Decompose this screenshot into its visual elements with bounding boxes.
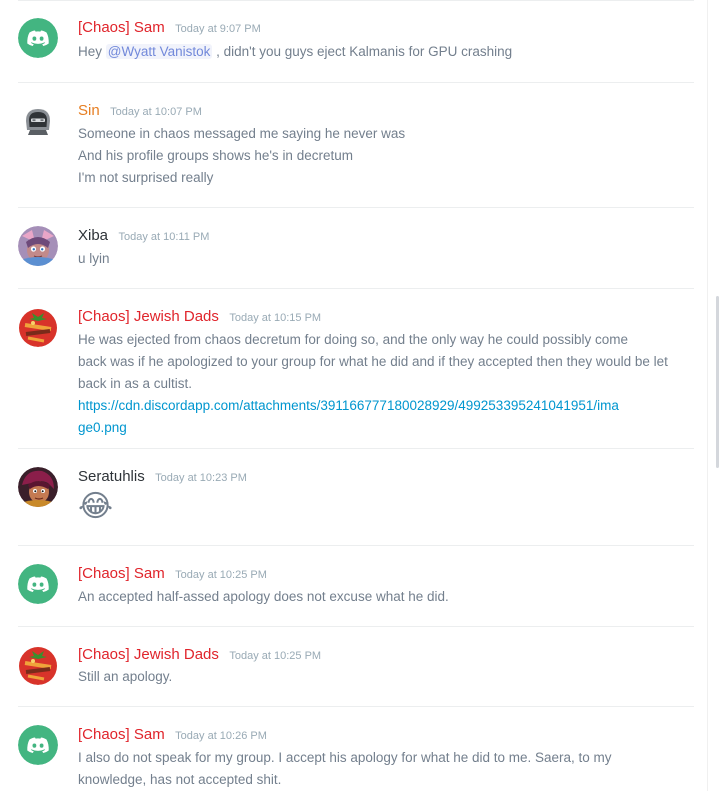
message-text: back was if he apologized to your group … <box>78 354 668 369</box>
timestamp: Today at 10:25 PM <box>229 650 322 662</box>
message-text: back in as a cultist. <box>78 376 193 391</box>
message-text: He was ejected from chaos decretum for d… <box>78 332 629 347</box>
message-header: [Chaos] Jewish Dads Today at 10:25 PM <box>78 646 321 665</box>
message-group: [Chaos] Jewish Dads Today at 10:15 PM He… <box>18 289 694 449</box>
username[interactable]: Sin <box>78 102 100 119</box>
message-group: [Chaos] Sam Today at 10:25 PM An accepte… <box>18 546 694 627</box>
dark-anime-avatar-icon[interactable] <box>18 467 58 507</box>
timestamp: Today at 10:26 PM <box>175 730 267 742</box>
attachment-link[interactable]: ge0.png <box>78 417 694 439</box>
message-header: [Chaos] Sam Today at 10:25 PM <box>78 565 267 584</box>
username[interactable]: Seratuhlis <box>78 468 145 485</box>
message-group: [Chaos] Sam Today at 9:07 PM Hey @Wyatt … <box>18 0 694 83</box>
message-text: knowledge, has not accepted shit. <box>78 772 282 787</box>
message-text: An accepted half-assed apology does not … <box>78 589 449 604</box>
timestamp: Today at 10:25 PM <box>175 569 267 581</box>
message-group: [Chaos] Jewish Dads Today at 10:25 PM St… <box>18 627 694 707</box>
emoji-crying-laughing: 😂 <box>78 490 114 523</box>
username[interactable]: [Chaos] Sam <box>78 19 165 36</box>
helmet-avatar-icon[interactable] <box>18 101 58 141</box>
message-content: Hey @Wyatt Vanistok , didn't you guys ej… <box>78 41 694 63</box>
timestamp: Today at 10:15 PM <box>229 312 322 324</box>
discord-logo-icon[interactable] <box>18 725 58 765</box>
user-mention[interactable]: @Wyatt Vanistok <box>105 44 213 59</box>
message-header: [Chaos] Sam Today at 9:07 PM <box>78 19 261 38</box>
message-text: I also do not speak for my group. I acce… <box>78 750 612 765</box>
message-content: Someone in chaos messaged me saying he n… <box>78 123 694 189</box>
timestamp: Today at 9:07 PM <box>175 23 261 35</box>
scrollbar-track[interactable] <box>707 0 719 791</box>
timestamp: Today at 10:07 PM <box>110 106 202 118</box>
message-content: I also do not speak for my group. I acce… <box>78 747 694 791</box>
tomato-avatar-icon[interactable] <box>18 307 58 347</box>
message-text: , didn't you guys eject Kalmanis for GPU… <box>212 44 513 59</box>
username[interactable]: [Chaos] Sam <box>78 565 165 582</box>
message-content: u lyin <box>78 248 694 270</box>
message-group: [Chaos] Sam Today at 10:26 PM I also do … <box>18 707 694 791</box>
message-header: Xiba Today at 10:11 PM <box>78 227 209 246</box>
discord-logo-icon[interactable] <box>18 564 58 604</box>
username[interactable]: Xiba <box>78 227 108 244</box>
message-content: Still an apology. <box>78 666 694 688</box>
message-content: He was ejected from chaos decretum for d… <box>78 329 694 439</box>
chat-messages: [Chaos] Sam Today at 9:07 PM Hey @Wyatt … <box>0 0 708 791</box>
message-group: Xiba Today at 10:11 PM u lyin <box>18 208 694 289</box>
message-header: [Chaos] Sam Today at 10:26 PM <box>78 726 267 745</box>
message-text: I'm not surprised really <box>78 170 214 185</box>
message-text: u lyin <box>78 251 110 266</box>
discord-logo-icon[interactable] <box>18 18 58 58</box>
message-text: Still an apology. <box>78 669 173 684</box>
timestamp: Today at 10:11 PM <box>118 231 210 243</box>
message-group: Seratuhlis Today at 10:23 PM 😂 <box>18 449 694 546</box>
message-header: Sin Today at 10:07 PM <box>78 102 202 121</box>
timestamp: Today at 10:23 PM <box>155 472 247 484</box>
message-text: Hey <box>78 44 106 59</box>
username[interactable]: [Chaos] Sam <box>78 726 165 743</box>
message-text: And his profile groups shows he's in dec… <box>78 148 353 163</box>
message-header: Seratuhlis Today at 10:23 PM <box>78 468 247 487</box>
message-header: [Chaos] Jewish Dads Today at 10:15 PM <box>78 308 321 327</box>
attachment-link[interactable]: https://cdn.discordapp.com/attachments/3… <box>78 395 694 417</box>
message-text: Someone in chaos messaged me saying he n… <box>78 126 406 141</box>
anime-avatar-icon[interactable] <box>18 226 58 266</box>
username[interactable]: [Chaos] Jewish Dads <box>78 646 219 663</box>
username[interactable]: [Chaos] Jewish Dads <box>78 308 219 325</box>
message-group: Sin Today at 10:07 PM Someone in chaos m… <box>18 83 694 208</box>
message-content: An accepted half-assed apology does not … <box>78 586 694 608</box>
tomato-avatar-icon[interactable] <box>18 645 58 685</box>
